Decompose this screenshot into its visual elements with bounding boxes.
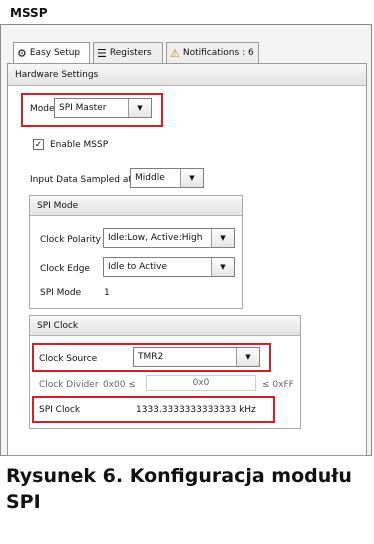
mode-value: SPI Master bbox=[59, 103, 107, 113]
gear-icon: ⚙ bbox=[17, 46, 27, 60]
clock-edge-select[interactable]: Idle to Active ▼ bbox=[103, 257, 235, 277]
clock-divider-label: Clock Divider bbox=[39, 380, 99, 390]
enable-mssp-checkbox[interactable]: ✓ bbox=[33, 139, 44, 150]
spi-clock-label: SPI Clock bbox=[39, 405, 81, 415]
input-sampled-value: Middle bbox=[135, 173, 165, 183]
mode-label: Mode bbox=[30, 104, 55, 114]
clock-edge-label: Clock Edge bbox=[40, 264, 90, 274]
input-sampled-label: Input Data Sampled at bbox=[30, 175, 132, 185]
clock-edge-value: Idle to Active bbox=[108, 262, 168, 272]
chevron-down-icon[interactable]: ▼ bbox=[211, 229, 234, 247]
spi-clock-title: SPI Clock bbox=[37, 320, 79, 331]
tab-notifications[interactable]: ⚠ Notifications : 6 bbox=[166, 42, 259, 63]
clock-polarity-label: Clock Polarity bbox=[40, 235, 101, 245]
spi-mode-title: SPI Mode bbox=[37, 200, 79, 211]
tab-easy-setup[interactable]: ⚙ Easy Setup bbox=[13, 42, 90, 63]
clock-polarity-value: Idle:Low, Active:High bbox=[108, 233, 203, 243]
tab-label: Notifications : 6 bbox=[182, 48, 254, 58]
spi-clock-value: 1333.3333333333333 kHz bbox=[136, 405, 256, 415]
hardware-settings-header[interactable]: Hardware Settings bbox=[8, 64, 366, 86]
clock-divider-min: 0x00 ≤ bbox=[103, 380, 136, 390]
spi-mode-header[interactable]: SPI Mode bbox=[30, 196, 242, 216]
registers-icon: ☰ bbox=[97, 46, 107, 60]
spi-mode-label: SPI Mode bbox=[40, 288, 82, 298]
spi-mode-value: 1 bbox=[104, 288, 110, 298]
enable-mssp-label: Enable MSSP bbox=[50, 140, 109, 150]
hardware-settings-title: Hardware Settings bbox=[15, 69, 99, 80]
input-sampled-select[interactable]: Middle ▼ bbox=[130, 168, 204, 188]
tab-label: Registers bbox=[109, 48, 152, 58]
clock-source-value: TMR2 bbox=[138, 352, 164, 362]
chevron-down-icon[interactable]: ▼ bbox=[128, 99, 151, 117]
spi-clock-header[interactable]: SPI Clock bbox=[30, 316, 300, 336]
chevron-down-icon[interactable]: ▼ bbox=[236, 348, 259, 366]
clock-divider-max: ≤ 0xFF bbox=[262, 380, 294, 390]
mode-select[interactable]: SPI Master ▼ bbox=[54, 98, 152, 118]
chevron-down-icon[interactable]: ▼ bbox=[211, 258, 234, 276]
window-title: MSSP bbox=[10, 6, 48, 20]
clock-polarity-select[interactable]: Idle:Low, Active:High ▼ bbox=[103, 228, 235, 248]
tab-label: Easy Setup bbox=[29, 48, 81, 58]
tab-registers[interactable]: ☰ Registers bbox=[93, 42, 163, 63]
clock-source-label: Clock Source bbox=[39, 354, 98, 364]
checkmark-icon: ✓ bbox=[34, 139, 43, 150]
warning-icon: ⚠ bbox=[170, 46, 180, 60]
chevron-down-icon[interactable]: ▼ bbox=[180, 169, 203, 187]
figure-caption: Rysunek 6. Konfiguracja modułu SPI bbox=[6, 465, 352, 513]
clock-source-select[interactable]: TMR2 ▼ bbox=[133, 347, 260, 367]
clock-divider-input[interactable]: 0x0 bbox=[146, 375, 256, 391]
